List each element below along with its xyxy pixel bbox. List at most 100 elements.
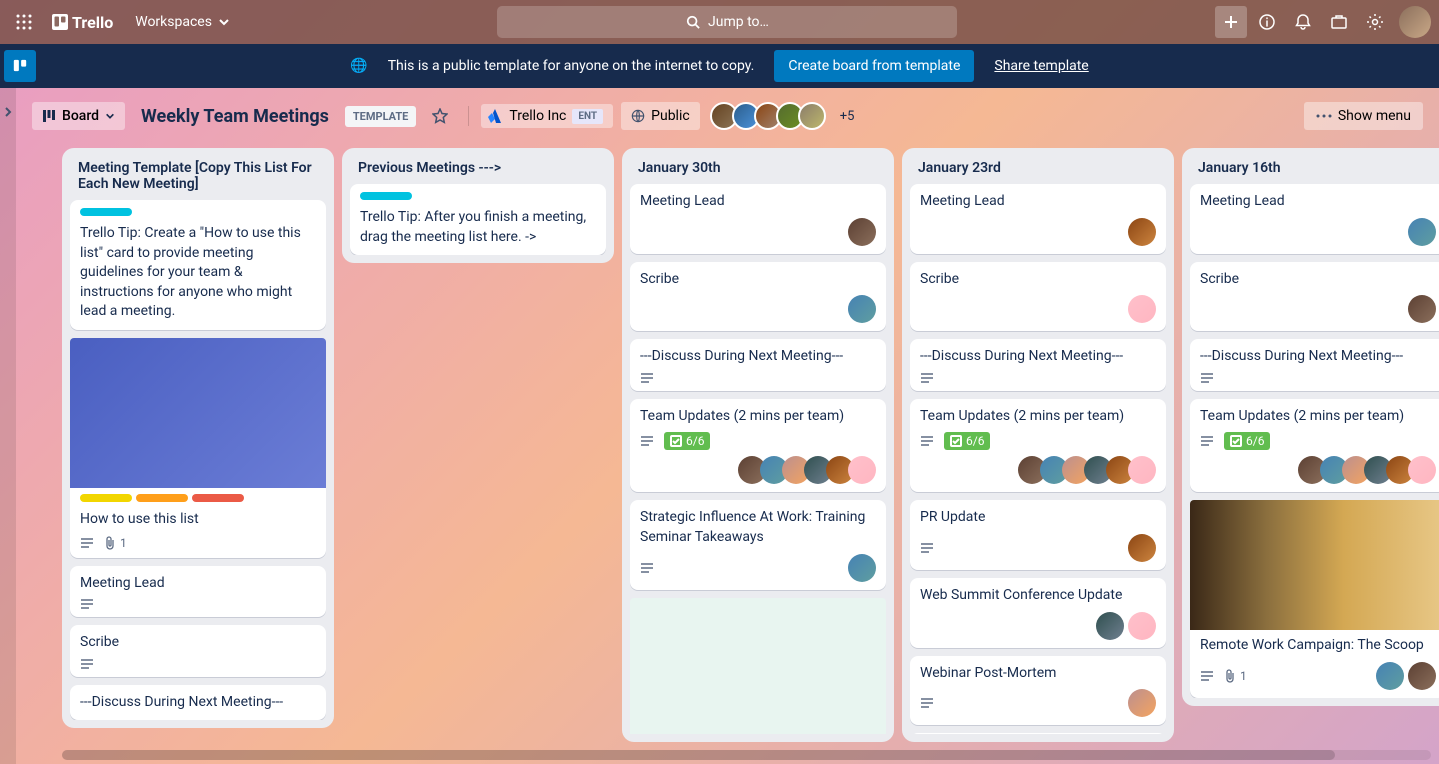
card-member-avatar[interactable] [1128, 689, 1156, 717]
info-icon [1258, 13, 1276, 31]
card-label[interactable] [80, 494, 132, 502]
list-title[interactable]: January 23rd [910, 156, 1166, 184]
card[interactable]: Team Updates (2 mins per team) 6/6 [630, 399, 886, 493]
card[interactable]: Trello Tip: Create a "How to use this li… [70, 200, 326, 330]
card-badges: 1 [80, 536, 316, 550]
card-text: Scribe [920, 270, 1156, 290]
card-member-avatar[interactable] [848, 218, 876, 246]
search-input[interactable]: Jump to… [497, 6, 957, 38]
chevron-down-icon [218, 16, 230, 28]
horizontal-scrollbar[interactable] [62, 750, 1431, 760]
card[interactable]: Scribe [70, 625, 326, 677]
list[interactable]: January 23rdMeeting Lead Scribe ---Discuss… [902, 148, 1174, 742]
card[interactable]: Team Updates (2 mins per team) 6/6 [910, 399, 1166, 493]
list-title[interactable]: Meeting Template [Copy This List For Eac… [70, 156, 326, 200]
card[interactable]: Web Summit Conference Update [910, 578, 1166, 648]
card[interactable]: Meeting Lead [630, 184, 886, 254]
board-view-switcher[interactable]: Board [32, 102, 125, 130]
card-text: Scribe [1200, 270, 1436, 290]
card-member-avatar[interactable] [848, 456, 876, 484]
card[interactable]: Scribe [630, 262, 886, 332]
member-avatar[interactable] [798, 102, 826, 130]
card-member-avatar[interactable] [1408, 218, 1436, 246]
card[interactable]: Strategic Influence At Work: Training Se… [630, 500, 886, 589]
card-member-avatar[interactable] [848, 295, 876, 323]
list[interactable]: Meeting Template [Copy This List For Eac… [62, 148, 334, 728]
card[interactable]: Scribe [1190, 262, 1439, 332]
info-button[interactable] [1251, 6, 1283, 38]
scrollbar-thumb[interactable] [62, 750, 1335, 760]
sidebar-expand[interactable] [0, 88, 16, 764]
card-label[interactable] [136, 494, 188, 502]
card[interactable]: ---Discuss During Next Meeting--- [70, 685, 326, 721]
card[interactable]: Team bravo 👏 [910, 733, 1166, 734]
user-avatar[interactable] [1399, 6, 1431, 38]
card[interactable]: Trello Tip: After you finish a meeting, … [350, 184, 606, 255]
lists-container[interactable]: Meeting Template [Copy This List For Eac… [16, 144, 1439, 750]
card-text: Web Summit Conference Update [920, 586, 1156, 606]
card[interactable]: ---Discuss During Next Meeting--- [910, 339, 1166, 391]
member-avatars[interactable] [716, 102, 826, 130]
workspace-chip[interactable]: Trello Inc ENT [481, 104, 613, 128]
description-badge [1200, 671, 1214, 681]
card-member-avatar[interactable] [1096, 612, 1124, 640]
card[interactable]: Meeting Lead [1190, 184, 1439, 254]
list-title[interactable]: January 30th [630, 156, 886, 184]
boards-button[interactable] [1323, 6, 1355, 38]
card[interactable]: ---Discuss During Next Meeting--- [630, 339, 886, 391]
apps-switcher-icon[interactable] [8, 6, 40, 38]
card-member-avatar[interactable] [1376, 662, 1404, 690]
card-member-avatar[interactable] [1128, 295, 1156, 323]
description-badge [640, 373, 654, 383]
visibility-chip[interactable]: Public [621, 102, 700, 130]
trello-logo[interactable]: Trello [44, 7, 121, 38]
card-member-avatar[interactable] [1408, 456, 1436, 484]
card-badges: 6/6 [640, 432, 876, 450]
create-button[interactable] [1215, 6, 1247, 38]
card-label[interactable] [360, 192, 412, 200]
workspaces-dropdown[interactable]: Workspaces [125, 8, 240, 36]
card[interactable]: ---Discuss During Next Meeting--- [1190, 339, 1439, 391]
card-member-avatar[interactable] [1408, 662, 1436, 690]
card-badges [920, 373, 1156, 383]
list[interactable]: January 16thMeeting Lead Scribe ---Discuss… [1182, 148, 1439, 706]
card[interactable] [630, 598, 886, 734]
show-menu-button[interactable]: Show menu [1304, 102, 1423, 130]
card-member-avatar[interactable] [1128, 534, 1156, 562]
card[interactable]: Remote Work Campaign: The Scoop 1 [1190, 500, 1439, 698]
card[interactable]: Scribe [910, 262, 1166, 332]
workspace-logo[interactable] [4, 50, 36, 82]
card[interactable]: Meeting Lead [70, 566, 326, 618]
card[interactable]: Meeting Lead [910, 184, 1166, 254]
card[interactable]: How to use this list 1 [70, 338, 326, 558]
card-text: ---Discuss During Next Meeting--- [1200, 347, 1436, 367]
card[interactable]: PR Update [910, 500, 1166, 570]
star-button[interactable] [424, 102, 456, 130]
board-title[interactable]: Weekly Team Meetings [133, 106, 337, 127]
card[interactable]: Webinar Post-Mortem [910, 656, 1166, 726]
create-board-button[interactable]: Create board from template [774, 50, 974, 82]
description-badge [920, 436, 934, 446]
attachment-badge: 1 [1224, 669, 1247, 683]
card-label[interactable] [80, 208, 132, 216]
list-title[interactable]: Previous Meetings ---> [350, 156, 606, 184]
share-template-link[interactable]: Share template [994, 58, 1088, 74]
card-badges [80, 659, 316, 669]
card-member-avatar[interactable] [1128, 612, 1156, 640]
more-members-count[interactable]: +5 [840, 109, 855, 124]
workspace-name: Trello Inc [509, 108, 566, 124]
card-label[interactable] [192, 494, 244, 502]
list-title[interactable]: January 16th [1190, 156, 1439, 184]
list[interactable]: Previous Meetings --->Trello Tip: After … [342, 148, 614, 263]
list[interactable]: January 30thMeeting Lead Scribe ---Discuss… [622, 148, 894, 742]
card-member-avatar[interactable] [848, 554, 876, 582]
card-member-avatar[interactable] [1128, 218, 1156, 246]
atlassian-icon [487, 108, 503, 124]
card-member-avatar[interactable] [1408, 295, 1436, 323]
settings-button[interactable] [1359, 6, 1391, 38]
card[interactable]: Team Updates (2 mins per team) 6/6 [1190, 399, 1439, 493]
card-text: ---Discuss During Next Meeting--- [920, 347, 1156, 367]
visibility-label: Public [651, 108, 690, 124]
card-member-avatar[interactable] [1128, 456, 1156, 484]
notifications-button[interactable] [1287, 6, 1319, 38]
